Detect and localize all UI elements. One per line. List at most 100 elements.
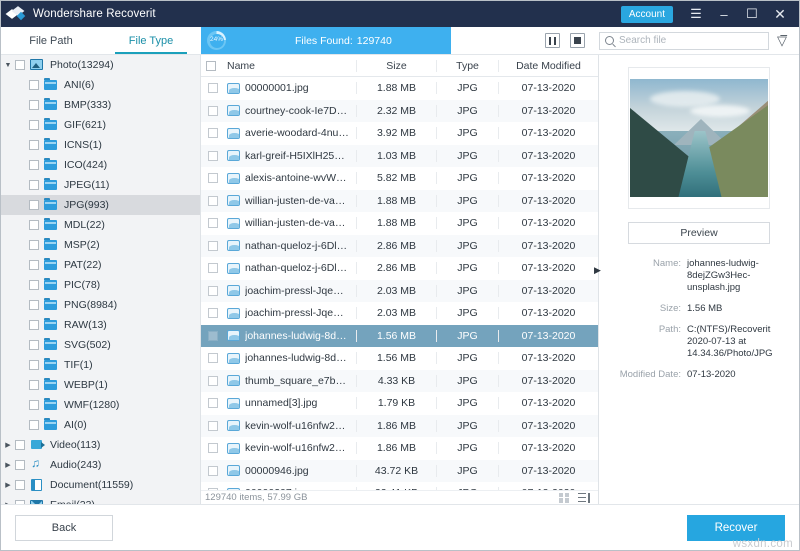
column-header-name[interactable]: Name xyxy=(225,60,356,72)
chevron-right-icon[interactable]: ▶ xyxy=(1,461,15,469)
column-header-type[interactable]: Type xyxy=(436,59,498,72)
table-row[interactable]: 00000946.jpg 43.72 KB JPG 07-13-2020 xyxy=(201,459,598,482)
row-checkbox-cell[interactable] xyxy=(201,465,225,476)
tree-item-pat[interactable]: PAT(22) xyxy=(1,255,200,275)
tree-item-ico[interactable]: ICO(424) xyxy=(1,155,200,175)
chevron-down-icon[interactable]: ▼ xyxy=(1,62,15,69)
tree-category-video[interactable]: ▶ Video(113) xyxy=(1,435,200,455)
row-checkbox[interactable] xyxy=(208,375,218,386)
preview-button[interactable]: Preview xyxy=(628,222,770,244)
row-checkbox[interactable] xyxy=(208,128,218,139)
checkbox-video[interactable] xyxy=(15,440,25,450)
row-checkbox[interactable] xyxy=(208,420,218,431)
row-checkbox-cell[interactable] xyxy=(201,150,225,161)
row-checkbox-cell[interactable] xyxy=(201,308,225,319)
tree-root-photo[interactable]: ▼ Photo(13294) xyxy=(1,55,200,75)
row-checkbox-cell[interactable] xyxy=(201,330,225,341)
checkbox-pat[interactable] xyxy=(29,260,39,270)
checkbox-bmp[interactable] xyxy=(29,100,39,110)
recover-button[interactable]: Recover xyxy=(687,514,785,541)
grid-view-icon[interactable] xyxy=(559,492,569,503)
row-checkbox[interactable] xyxy=(208,83,218,94)
tree-category-email[interactable]: ▶Email(23) xyxy=(1,495,200,504)
row-checkbox-cell[interactable] xyxy=(201,128,225,139)
table-row[interactable]: 00000001.jpg 1.88 MB JPG 07-13-2020 xyxy=(201,77,598,100)
minimize-icon[interactable]: – xyxy=(711,3,737,25)
table-row[interactable]: johannes-ludwig-8dejZGw3Hec-unsp...1.56 … xyxy=(201,347,598,370)
row-checkbox[interactable] xyxy=(208,195,218,206)
tree-category-audio[interactable]: ▶ Audio(243) xyxy=(1,455,200,475)
table-row[interactable]: courtney-cook-Ie7D9QFiPr8-unsplas...2.32… xyxy=(201,99,598,122)
table-row[interactable]: joachim-pressl-JqeVO91m1Go-unspl...2.03 … xyxy=(201,279,598,302)
row-checkbox[interactable] xyxy=(208,465,218,476)
table-row[interactable]: kevin-wolf-u16nfw2JUCQ-unsplash.jpg1.86 … xyxy=(201,437,598,460)
row-checkbox-cell[interactable] xyxy=(201,195,225,206)
table-row[interactable]: karl-greif-H5IXlH254AU-unsplash.jpg1.03 … xyxy=(201,144,598,167)
checkbox-jpeg[interactable] xyxy=(29,180,39,190)
table-row[interactable]: willian-justen-de-vasconcellos-6SGa...1.… xyxy=(201,212,598,235)
column-header-size[interactable]: Size xyxy=(356,59,436,72)
row-checkbox[interactable] xyxy=(208,398,218,409)
row-checkbox-cell[interactable] xyxy=(201,353,225,364)
row-checkbox-cell[interactable] xyxy=(201,443,225,454)
row-checkbox-cell[interactable] xyxy=(201,375,225,386)
checkbox-raw[interactable] xyxy=(29,320,39,330)
checkbox-audio[interactable] xyxy=(15,460,25,470)
checkbox-ico[interactable] xyxy=(29,160,39,170)
tree-category-document[interactable]: ▶ Document(11559) xyxy=(1,475,200,495)
row-checkbox-cell[interactable] xyxy=(201,398,225,409)
table-row[interactable]: thumb_square_e7b114f438afdd40e0...4.33 K… xyxy=(201,369,598,392)
row-checkbox[interactable] xyxy=(208,330,218,341)
table-row[interactable]: averie-woodard-4nulm-JUYFo-unspla...3.92… xyxy=(201,122,598,145)
tree-item-webp[interactable]: WEBP(1) xyxy=(1,375,200,395)
table-row[interactable]: joachim-pressl-JqeVO91m1Go-unspl...2.03 … xyxy=(201,302,598,325)
table-row[interactable]: kevin-wolf-u16nfw2JUCQ-unsplash.jpg1.86 … xyxy=(201,414,598,437)
tab-file-path[interactable]: File Path xyxy=(1,27,101,54)
table-row[interactable]: 00000207.jpg22.41 KBJPG07-13-2020 xyxy=(201,482,598,490)
row-checkbox-cell[interactable] xyxy=(201,420,225,431)
checkbox-document[interactable] xyxy=(15,480,25,490)
pause-icon[interactable] xyxy=(545,33,560,48)
tree-item-mdl[interactable]: MDL(22) xyxy=(1,215,200,235)
tab-file-type[interactable]: File Type xyxy=(101,27,201,54)
row-checkbox-cell[interactable] xyxy=(201,285,225,296)
checkbox-jpg[interactable] xyxy=(29,200,39,210)
row-checkbox[interactable] xyxy=(208,105,218,116)
table-row[interactable]: willian-justen-de-vasconcellos-6SGa...1.… xyxy=(201,189,598,212)
row-checkbox[interactable] xyxy=(208,285,218,296)
back-button[interactable]: Back xyxy=(15,514,113,541)
row-checkbox-cell[interactable] xyxy=(201,173,225,184)
tree-item-jpeg[interactable]: JPEG(11) xyxy=(1,175,200,195)
row-checkbox-cell[interactable] xyxy=(201,105,225,116)
checkbox-photo[interactable] xyxy=(15,60,25,70)
tree-item-svg[interactable]: SVG(502) xyxy=(1,335,200,355)
checkbox-svg[interactable] xyxy=(29,340,39,350)
row-checkbox-cell[interactable] xyxy=(201,218,225,229)
hamburger-icon[interactable]: ☰ xyxy=(683,3,709,25)
table-row[interactable]: nathan-queloz-j-6DlZvguFc-unsplash...2.8… xyxy=(201,257,598,280)
account-button[interactable]: Account xyxy=(620,5,673,23)
search-input[interactable]: Search file xyxy=(599,31,769,50)
tree-item-icns[interactable]: ICNS(1) xyxy=(1,135,200,155)
row-checkbox[interactable] xyxy=(208,240,218,251)
checkbox-ani[interactable] xyxy=(29,80,39,90)
table-row[interactable]: nathan-queloz-j-6DlZvguFc-unsplash...2.8… xyxy=(201,234,598,257)
checkbox-msp[interactable] xyxy=(29,240,39,250)
checkbox-wmf[interactable] xyxy=(29,400,39,410)
row-checkbox[interactable] xyxy=(208,150,218,161)
tree-item-msp[interactable]: MSP(2) xyxy=(1,235,200,255)
column-header-date[interactable]: Date Modified xyxy=(498,59,598,72)
row-checkbox[interactable] xyxy=(208,263,218,274)
list-view-icon[interactable] xyxy=(578,492,590,503)
select-all-cell[interactable] xyxy=(201,60,225,71)
collapse-panel-icon[interactable]: ▶ xyxy=(594,265,601,276)
checkbox-mdl[interactable] xyxy=(29,220,39,230)
tree-item-raw[interactable]: RAW(13) xyxy=(1,315,200,335)
row-checkbox[interactable] xyxy=(208,353,218,364)
table-row[interactable]: unnamed[3].jpg 1.79 KB JPG 07-13-2020 xyxy=(201,392,598,415)
row-checkbox[interactable] xyxy=(208,173,218,184)
checkbox-select-all[interactable] xyxy=(205,60,216,71)
row-checkbox-cell[interactable] xyxy=(201,240,225,251)
tree-item-wmf[interactable]: WMF(1280) xyxy=(1,395,200,415)
checkbox-tif[interactable] xyxy=(29,360,39,370)
